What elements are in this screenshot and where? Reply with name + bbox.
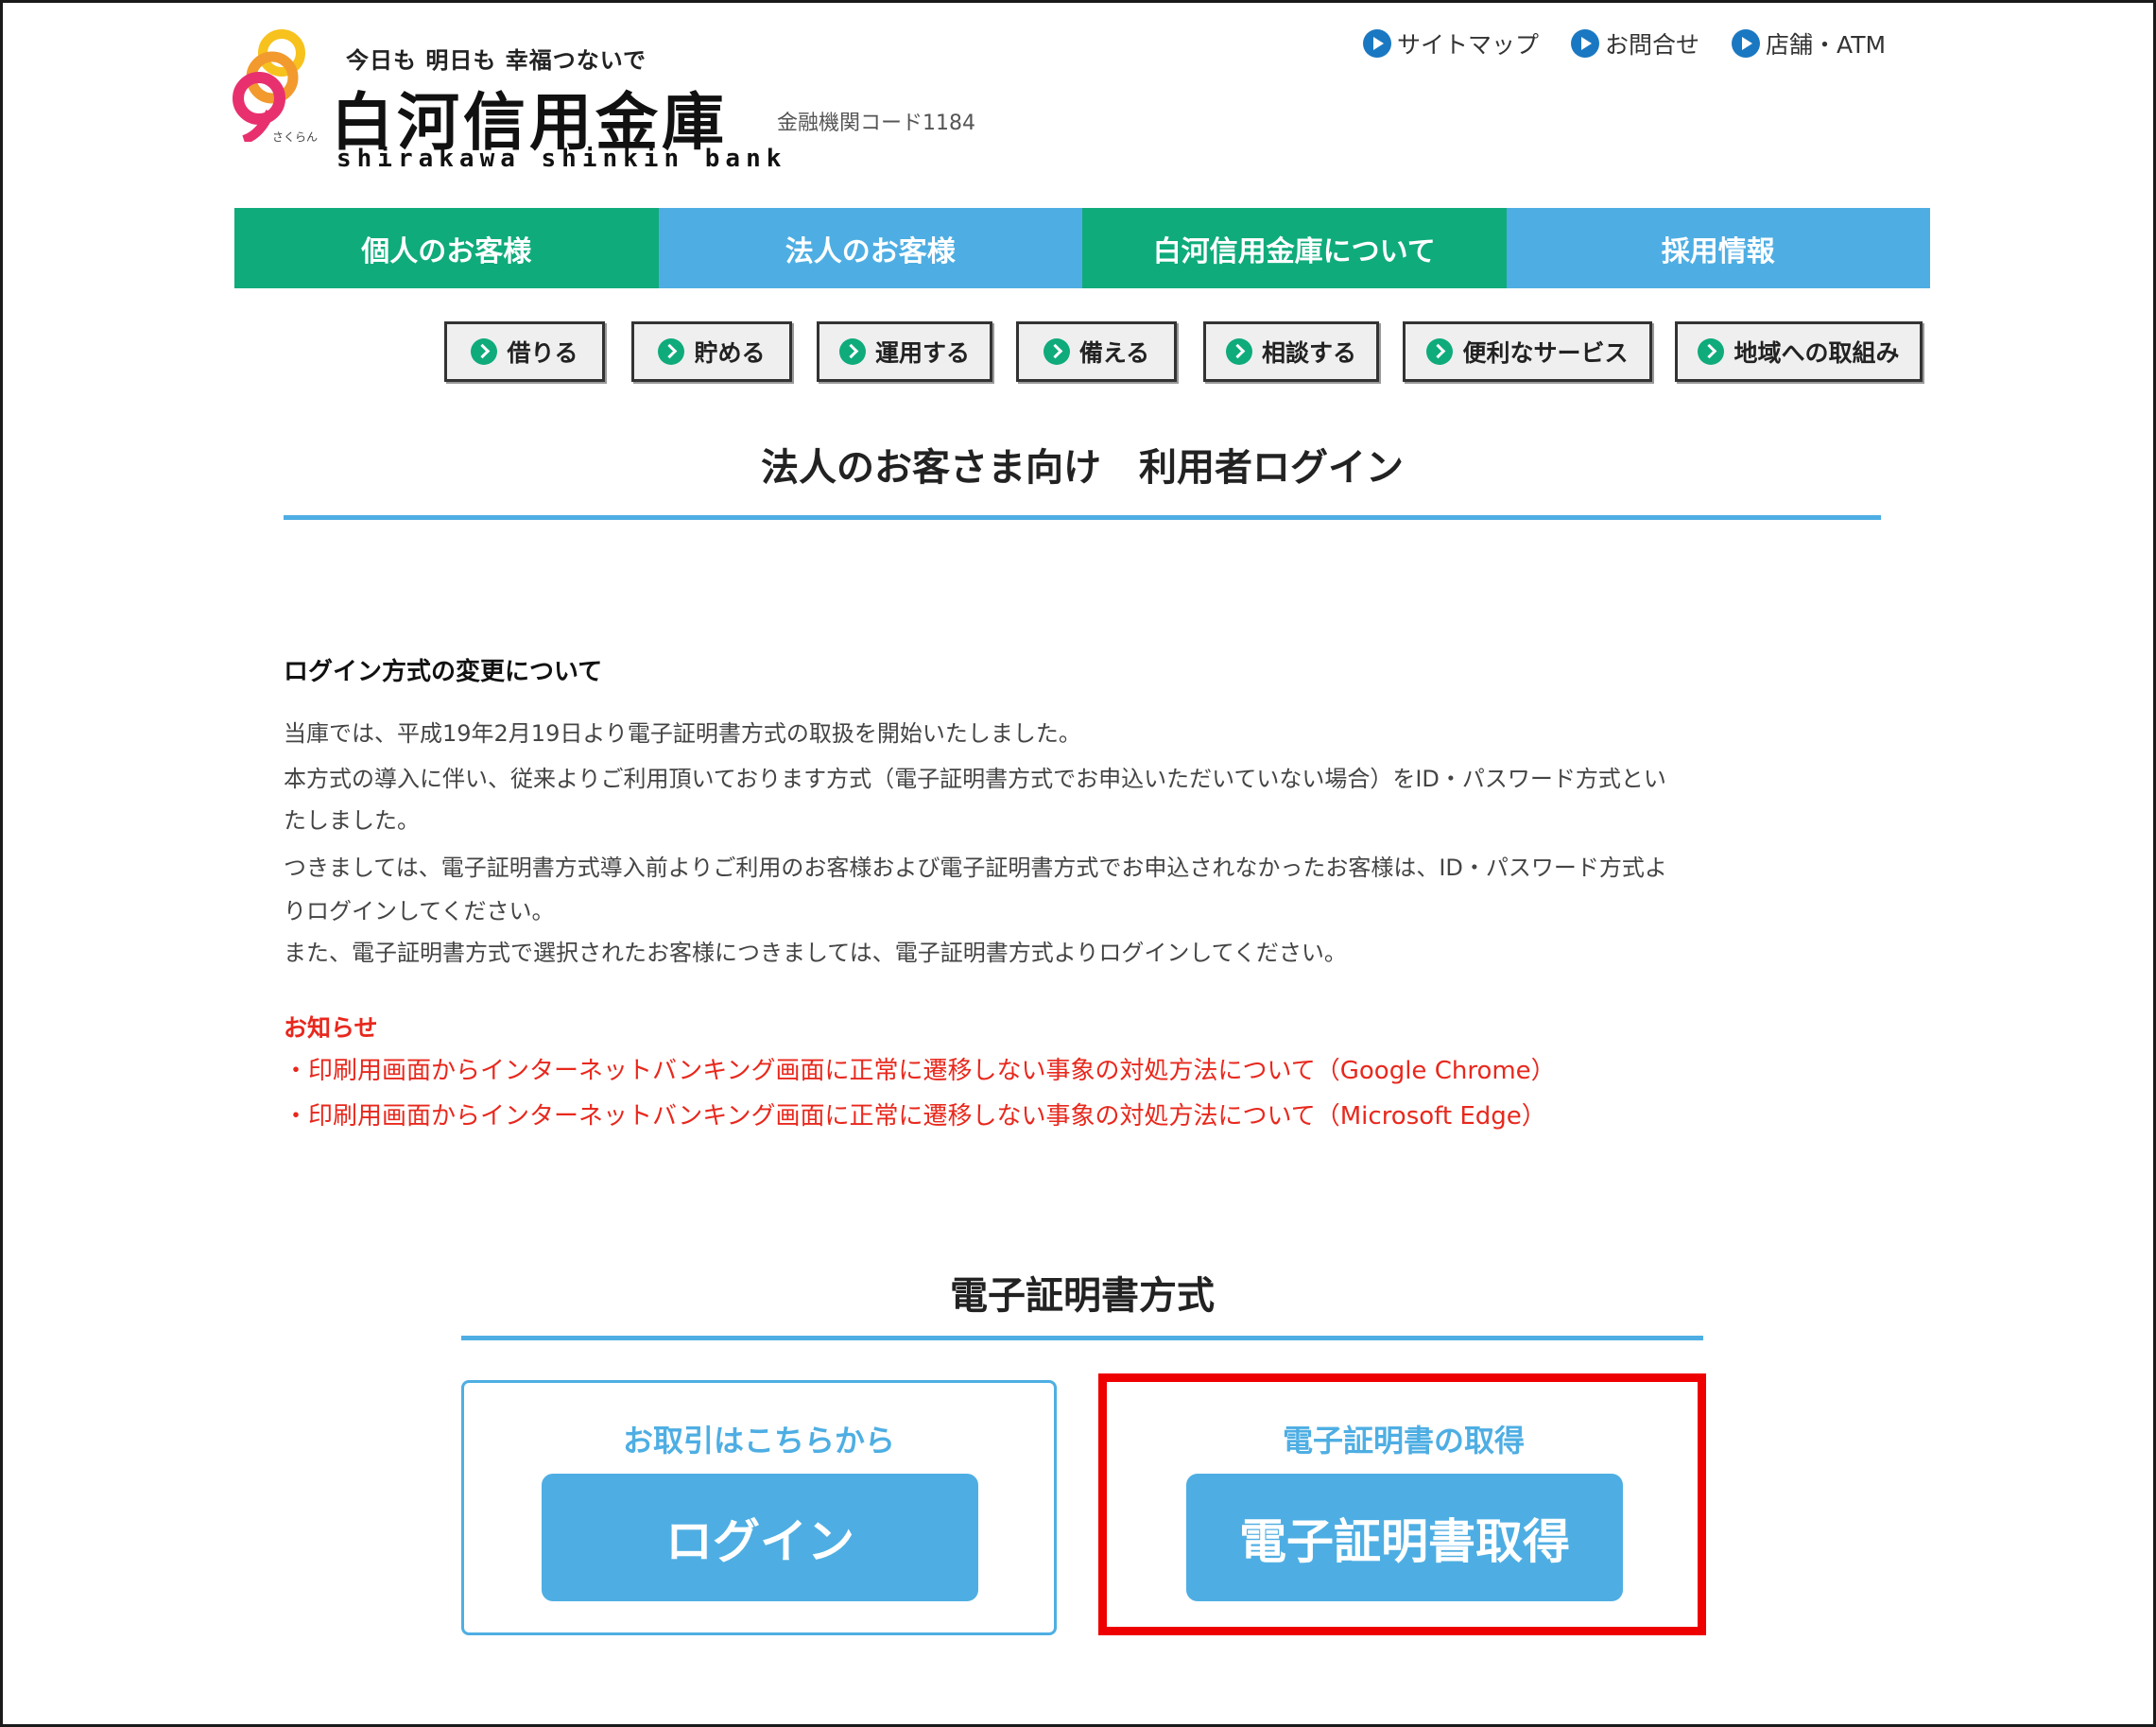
branch-atm-link[interactable]: 店舗・ATM <box>1732 26 1886 60</box>
subnav-save-label: 貯める <box>694 339 766 367</box>
subnav-consult-label: 相談する <box>1261 339 1356 367</box>
subnav-community-label: 地域への取組み <box>1733 339 1900 367</box>
chevron-right-icon <box>838 338 866 365</box>
contact-link[interactable]: お問合せ <box>1571 26 1699 60</box>
notice-paragraph: たしました。 <box>284 807 420 834</box>
subnav-invest[interactable]: 運用する <box>817 321 992 382</box>
info-heading: お知らせ <box>284 1014 378 1042</box>
info-link-chrome[interactable]: ・印刷用画面からインターネットバンキング画面に正常に遷移しない事象の対処方法につ… <box>284 1051 1556 1086</box>
notice-paragraph: つきましては、電子証明書方式導入前よりご利用のお客様および電子証明書方式でお申込… <box>284 855 1667 881</box>
sitemap-link[interactable]: サイトマップ <box>1363 26 1539 60</box>
notice-paragraph: また、電子証明書方式で選択されたお客様につきましては、電子証明書方式よりログイン… <box>284 940 1347 966</box>
subnav-borrow-label: 借りる <box>507 339 578 367</box>
chevron-right-icon <box>1698 338 1725 365</box>
login-card-label: お取引はこちらから <box>622 1423 895 1459</box>
chevron-right-icon <box>1426 338 1454 365</box>
login-card: お取引はこちらから ログイン <box>461 1380 1057 1635</box>
subnav-consult[interactable]: 相談する <box>1203 321 1379 382</box>
subnav-save[interactable]: 貯める <box>631 321 792 382</box>
tab-recruit[interactable]: 採用情報 <box>1506 208 1930 288</box>
chevron-right-icon <box>1225 338 1252 365</box>
chevron-right-icon <box>658 338 685 365</box>
sitemap-link-label: サイトマップ <box>1397 31 1540 59</box>
utility-nav: サイトマップ お問合せ 店舗・ATM <box>1363 26 1886 60</box>
notice-paragraph: りログインしてください。 <box>284 898 555 924</box>
page-title: 法人のお客さま向け 利用者ログイン <box>761 446 1404 490</box>
tab-personal[interactable]: 個人のお客様 <box>234 208 659 288</box>
section-title: 電子証明書方式 <box>950 1274 1215 1318</box>
subnav-prepare-label: 備える <box>1078 339 1150 367</box>
tab-about[interactable]: 白河信用金庫について <box>1082 208 1507 288</box>
arrow-circle-icon <box>1363 29 1391 58</box>
login-button[interactable]: ログイン <box>542 1474 978 1601</box>
subnav-prepare[interactable]: 備える <box>1016 321 1177 382</box>
arrow-circle-icon <box>1571 29 1600 58</box>
branch-atm-link-label: 店舗・ATM <box>1766 31 1887 59</box>
tab-corporate[interactable]: 法人のお客様 <box>658 208 1082 288</box>
highlight-box <box>1098 1373 1706 1635</box>
contact-link-label: お問合せ <box>1605 31 1700 59</box>
main-nav: 個人のお客様 法人のお客様 白河信用金庫について 採用情報 <box>234 208 1930 288</box>
subnav-services-label: 便利なサービス <box>1462 339 1629 367</box>
bank-code: 金融機関コード1184 <box>777 112 975 135</box>
section-divider <box>461 1336 1703 1340</box>
notice-paragraph: 当庫では、平成19年2月19日より電子証明書方式の取扱を開始いたしました。 <box>284 720 1081 747</box>
info-link-edge[interactable]: ・印刷用画面からインターネットバンキング画面に正常に遷移しない事象の対処方法につ… <box>284 1097 1546 1131</box>
subnav-community[interactable]: 地域への取組み <box>1675 321 1923 382</box>
bank-name-roman: shirakawa shinkin bank <box>336 145 787 173</box>
subnav-borrow[interactable]: 借りる <box>444 321 605 382</box>
bank-logo-icon[interactable] <box>233 28 318 142</box>
title-divider <box>284 515 1881 520</box>
arrow-circle-icon <box>1732 29 1761 58</box>
notice-heading: ログイン方式の変更について <box>284 658 603 686</box>
logo-caption: さくらん <box>272 130 319 144</box>
notice-paragraph: 本方式の導入に伴い、従来よりご利用頂いております方式（電子証明書方式でお申込いた… <box>284 766 1666 792</box>
chevron-right-icon <box>1043 338 1070 365</box>
subnav-invest-label: 運用する <box>874 339 970 367</box>
subnav-services[interactable]: 便利なサービス <box>1403 321 1652 382</box>
tagline: 今日も 明日も 幸福つないで <box>346 47 647 74</box>
chevron-right-icon <box>471 338 498 365</box>
